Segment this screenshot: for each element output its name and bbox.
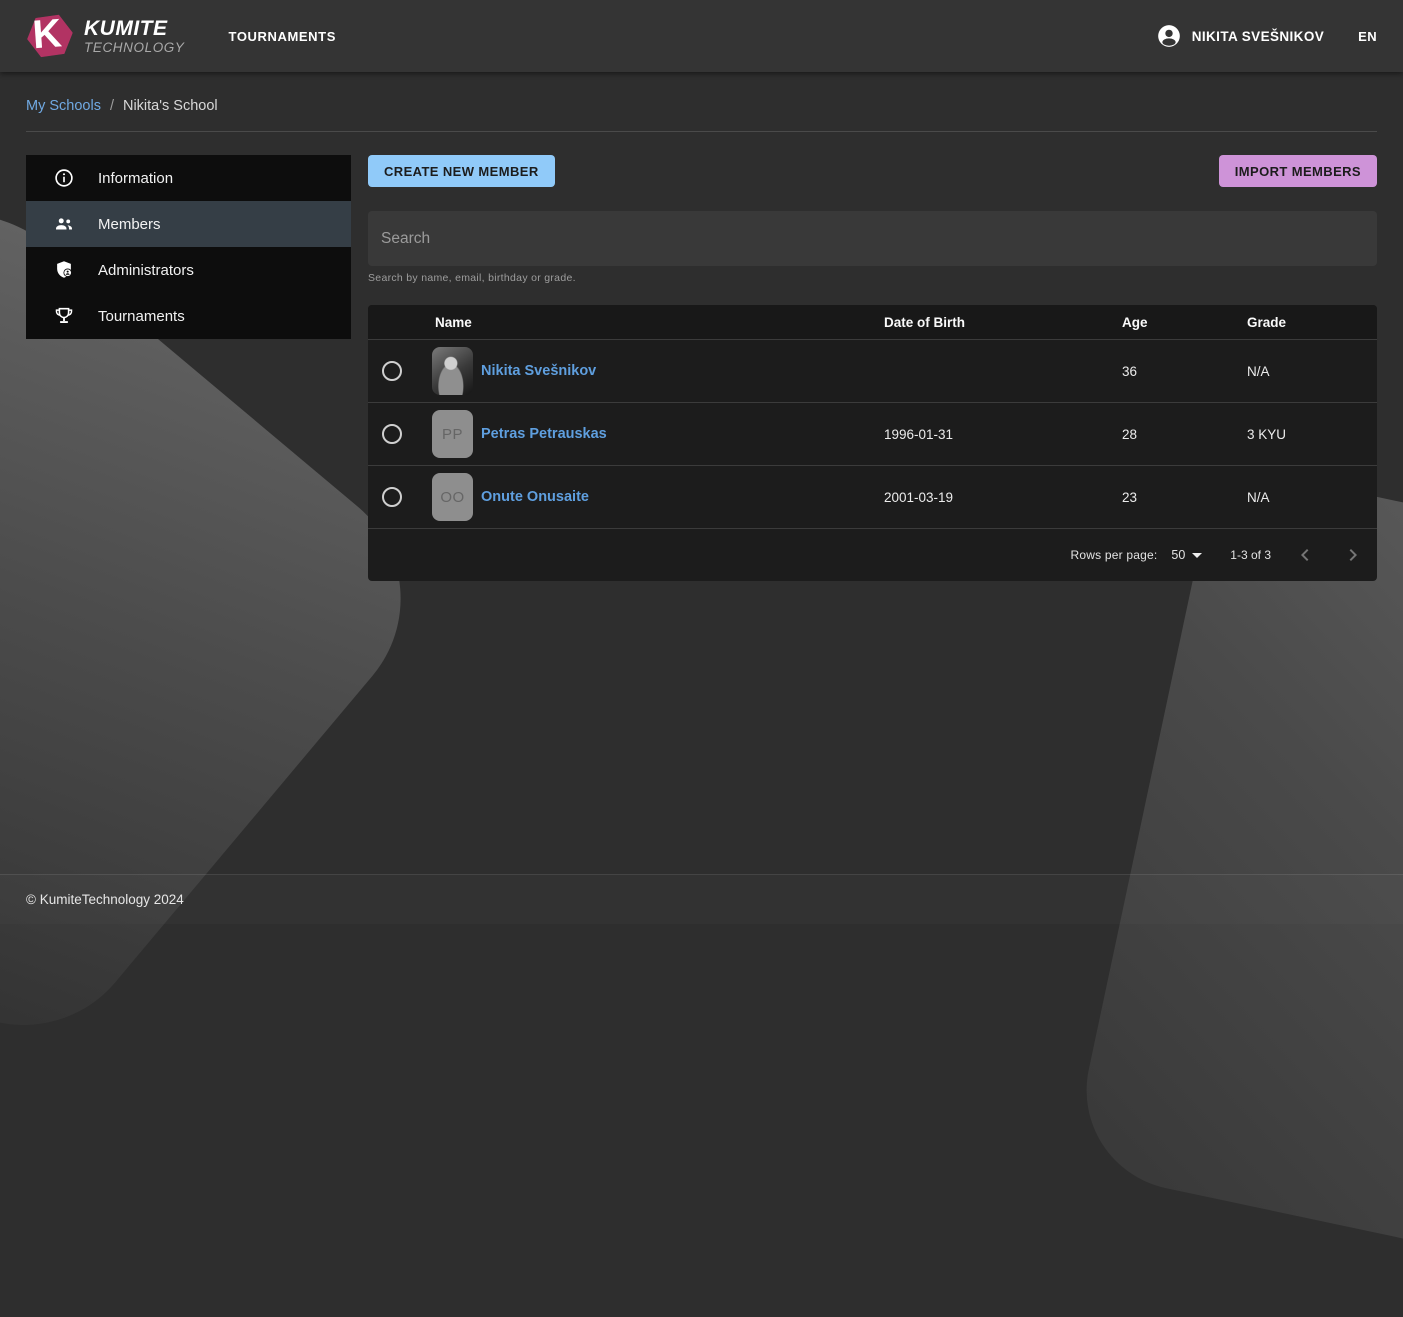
members-icon: [53, 213, 75, 235]
sidebar-item-members[interactable]: Members: [26, 201, 351, 247]
nav-tournaments[interactable]: TOURNAMENTS: [229, 29, 336, 44]
sidebar-item-information[interactable]: Information: [26, 155, 351, 201]
member-name-link[interactable]: Petras Petrauskas: [481, 426, 607, 442]
admin-shield-icon: [53, 259, 75, 281]
table-row[interactable]: PP Petras Petrauskas 1996-01-31 28 3 KYU: [368, 402, 1377, 465]
member-grade: 3 KYU: [1239, 427, 1377, 442]
previous-page-button[interactable]: [1291, 541, 1319, 569]
breadcrumb: My Schools / Nikita's School: [0, 72, 1403, 114]
trophy-icon: [53, 305, 75, 327]
breadcrumb-divider: [26, 131, 1377, 132]
sidebar-item-tournaments[interactable]: Tournaments: [26, 293, 351, 339]
footer: © KumiteTechnology 2024: [0, 874, 1403, 924]
topbar: K KUMITE TECHNOLOGY TOURNAMENTS NIKITA S…: [0, 0, 1403, 72]
breadcrumb-my-schools[interactable]: My Schools: [26, 98, 101, 114]
user-name: NIKITA SVEŠNIKOV: [1192, 29, 1324, 44]
member-age: 28: [1114, 427, 1239, 442]
search-input[interactable]: [368, 230, 1377, 248]
next-page-button[interactable]: [1339, 541, 1367, 569]
account-icon: [1156, 23, 1182, 49]
member-grade: N/A: [1239, 364, 1377, 379]
breadcrumb-current: Nikita's School: [123, 98, 218, 114]
column-header-age: Age: [1114, 315, 1239, 330]
sidebar-item-label: Members: [98, 216, 161, 233]
member-avatar-initials: PP: [432, 410, 473, 458]
column-header-dob: Date of Birth: [884, 315, 1114, 330]
member-name-link[interactable]: Onute Onusaite: [481, 489, 589, 505]
rows-per-page-select[interactable]: 50: [1171, 548, 1202, 562]
create-new-member-button[interactable]: CREATE NEW MEMBER: [368, 155, 555, 187]
search-helper-text: Search by name, email, birthday or grade…: [368, 272, 1377, 284]
rows-per-page-value: 50: [1171, 548, 1185, 562]
member-avatar-photo: [432, 347, 473, 395]
members-table: Name Date of Birth Age Grade Nikita Sveš…: [368, 305, 1377, 581]
sidebar-item-label: Administrators: [98, 262, 194, 279]
language-switcher[interactable]: EN: [1358, 29, 1377, 44]
column-header-name: Name: [416, 315, 884, 330]
brand-letter: K: [31, 11, 63, 57]
sidebar-item-administrators[interactable]: Administrators: [26, 247, 351, 293]
content: Information Members Administrators: [0, 155, 1403, 581]
table-pagination: Rows per page: 50 1-3 of 3: [368, 528, 1377, 581]
row-select-radio[interactable]: [382, 361, 402, 381]
main-panel: CREATE NEW MEMBER IMPORT MEMBERS Search …: [368, 155, 1377, 581]
row-select-radio[interactable]: [382, 424, 402, 444]
dropdown-caret-icon: [1192, 553, 1202, 558]
chevron-right-icon: [1341, 543, 1365, 567]
brand-name: KUMITE: [84, 18, 185, 39]
member-age: 36: [1114, 364, 1239, 379]
member-dob: 2001-03-19: [884, 490, 1114, 505]
member-age: 23: [1114, 490, 1239, 505]
row-select-radio[interactable]: [382, 487, 402, 507]
sidebar-item-label: Tournaments: [98, 308, 185, 325]
member-dob: 1996-01-31: [884, 427, 1114, 442]
brand-subtitle: TECHNOLOGY: [84, 41, 185, 55]
copyright-text: © KumiteTechnology 2024: [26, 892, 184, 907]
table-header: Name Date of Birth Age Grade: [368, 305, 1377, 339]
user-menu[interactable]: NIKITA SVEŠNIKOV: [1156, 23, 1324, 49]
member-name-link[interactable]: Nikita Svešnikov: [481, 363, 596, 379]
brand-logo[interactable]: K KUMITE TECHNOLOGY: [26, 15, 185, 57]
chevron-left-icon: [1293, 543, 1317, 567]
sidebar-item-label: Information: [98, 170, 173, 187]
actions-row: CREATE NEW MEMBER IMPORT MEMBERS: [368, 155, 1377, 187]
member-grade: N/A: [1239, 490, 1377, 505]
breadcrumb-separator: /: [110, 98, 114, 114]
brand-hexagon-icon: K: [23, 12, 75, 60]
member-avatar-initials: OO: [432, 473, 473, 521]
sidebar: Information Members Administrators: [26, 155, 351, 339]
info-icon: [53, 167, 75, 189]
rows-per-page-label: Rows per page:: [1071, 548, 1158, 562]
table-row[interactable]: Nikita Svešnikov 36 N/A: [368, 339, 1377, 402]
pagination-range: 1-3 of 3: [1230, 548, 1271, 562]
table-row[interactable]: OO Onute Onusaite 2001-03-19 23 N/A: [368, 465, 1377, 528]
column-header-grade: Grade: [1239, 315, 1377, 330]
search-box: [368, 211, 1377, 266]
topbar-right: NIKITA SVEŠNIKOV EN: [1156, 23, 1377, 49]
brand-text: KUMITE TECHNOLOGY: [84, 18, 185, 55]
import-members-button[interactable]: IMPORT MEMBERS: [1219, 155, 1377, 187]
